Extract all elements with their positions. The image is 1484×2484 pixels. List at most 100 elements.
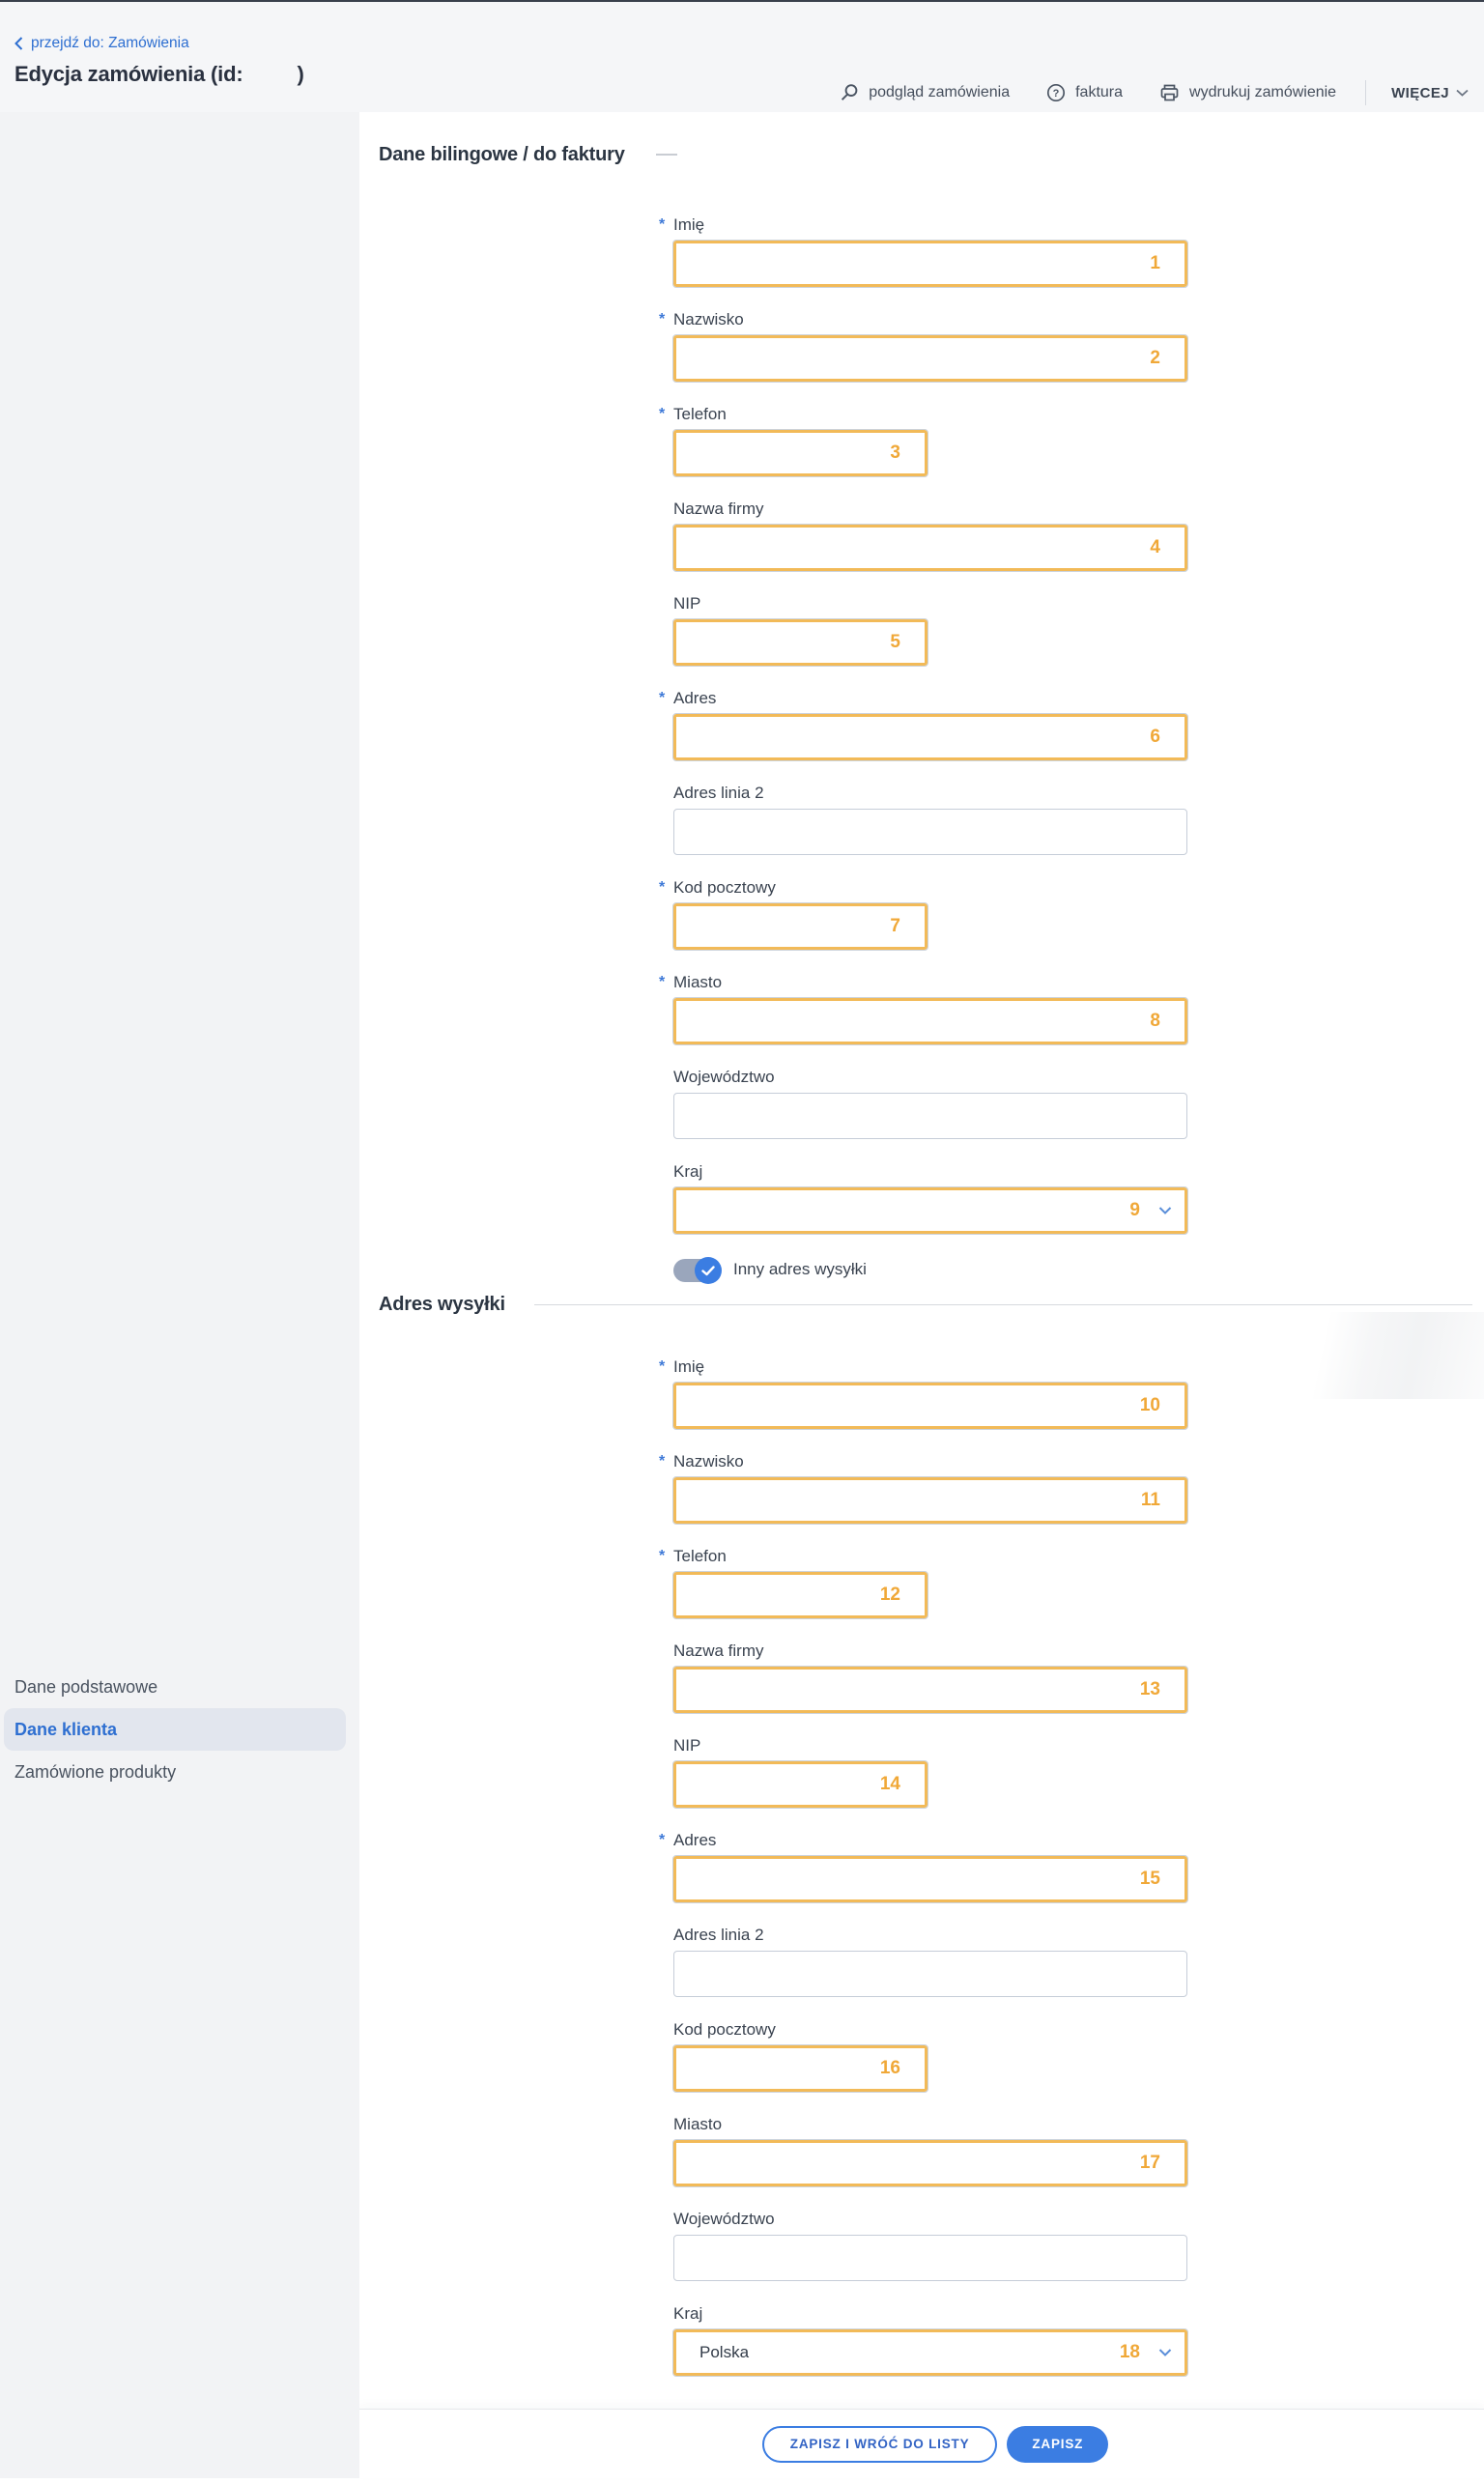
billing-country-select[interactable]: 9 [672,1186,1188,1235]
field-label: Adres linia 2 [673,784,764,802]
field-label: Miasto [673,973,723,991]
breadcrumb-label: przejdź do: Zamówienia [31,35,189,51]
page-header: przejdź do: Zamówienia Edycja zamówienia… [0,2,1484,112]
form-field-row: * Adres 15 [659,1830,1188,1903]
shipping-postal-code-input[interactable]: 16 [672,2044,928,2093]
field-label-row: * Imię [659,214,1187,236]
field-label: Kraj [673,2304,703,2323]
required-asterisk: * [659,406,666,422]
field-label-row: Nazwa firmy [673,1641,1187,1662]
window-bottom-edge [0,2478,1484,2484]
print-order-button[interactable]: wydrukuj zamówienie [1159,83,1336,102]
sidebar-item-ordered-products[interactable]: Zamówione produkty [0,1751,359,1793]
select-value: Polska [699,2343,750,2361]
more-button[interactable]: WIĘCEJ [1391,85,1469,101]
chevron-down-icon [1158,2349,1172,2357]
field-label-row: Kod pocztowy [673,2019,1187,2041]
billing-tax-id-input[interactable]: 5 [672,618,928,667]
shipping-address-input[interactable]: 15 [672,1855,1188,1903]
annotation-number: 11 [1140,1490,1160,1510]
form-field-row: * Kod pocztowy 7 [659,877,1187,951]
background-artifact [1223,1312,1484,1399]
toggle-knob [695,1257,722,1284]
form-area: Dane bilingowe / do faktury * Imię 1 * Nazwis… [359,112,1484,2409]
field-label-row: Adres linia 2 [673,783,1187,804]
field-label-row: NIP [673,593,1187,614]
save-button[interactable]: ZAPISZ [1007,2425,1109,2463]
chevron-down-icon [1456,89,1469,97]
field-label-row: Nazwa firmy [673,499,1187,520]
sidebar-item-customer-data[interactable]: Dane klienta [4,1708,346,1751]
annotation-number: 15 [1139,1869,1160,1889]
billing-phone-input[interactable]: 3 [672,429,928,477]
field-label-row: * Adres [659,1830,1187,1851]
billing-company-name-input[interactable]: 4 [672,524,1188,572]
field-label: Nazwa firmy [673,1642,764,1660]
shipping-company-name-input[interactable]: 13 [672,1666,1188,1714]
shipping-last-name-input[interactable]: 11 [672,1476,1188,1525]
action-label: WIĘCEJ [1391,84,1449,101]
shipping-first-name-input[interactable]: 10 [672,1382,1188,1430]
annotation-number: 13 [1139,1679,1160,1699]
billing-province-input[interactable] [673,1093,1187,1139]
header-divider [1365,80,1367,105]
field-label: Imię [673,215,705,234]
required-asterisk: * [659,1832,666,1848]
required-asterisk: * [659,974,666,990]
shipping-tax-id-input[interactable]: 14 [672,1760,928,1809]
field-label: Nazwisko [673,1452,744,1470]
billing-address-input[interactable]: 6 [672,713,1188,761]
shipping-phone-input[interactable]: 12 [672,1571,928,1619]
field-label-row: Województwo [673,1067,1187,1088]
annotation-number: 1 [1150,253,1160,273]
form-field-row: Województwo [673,2209,1187,2281]
field-label: Nazwa firmy [673,500,764,518]
preview-order-button[interactable]: podgląd zamówienia [840,83,1010,102]
section-header: Adres wysyłki [379,1291,1484,1399]
field-label: Adres [673,1831,717,1849]
magnifier-icon [840,83,859,102]
billing-first-name-input[interactable]: 1 [672,240,1188,288]
required-asterisk: * [659,1453,666,1470]
field-label: Kod pocztowy [673,878,776,897]
annotation-number: 8 [1150,1011,1160,1031]
section-title: Dane bilingowe / do faktury [379,143,625,165]
field-label: Województwo [673,2210,775,2228]
annotation-number: 10 [1139,1395,1160,1415]
breadcrumb[interactable]: przejdź do: Zamówienia [14,35,189,52]
question-circle-icon: ? [1046,83,1066,102]
required-asterisk: * [659,690,666,706]
sidebar-item-basic-data[interactable]: Dane podstawowe [0,1666,359,1708]
field-label-row: * Telefon [659,1546,1187,1567]
shipping-city-input[interactable]: 17 [672,2139,1188,2187]
field-label: Telefon [673,405,727,423]
billing-postal-code-input[interactable]: 7 [672,902,928,951]
required-asterisk: * [659,1548,666,1564]
field-label-row: * Nazwisko [659,309,1187,330]
form-field-row: Miasto 17 [672,2114,1188,2187]
required-asterisk: * [659,311,666,328]
shipping-address-line-2-input[interactable] [673,1951,1187,1997]
billing-last-name-input[interactable]: 2 [672,334,1188,383]
billing-city-input[interactable]: 8 [672,997,1188,1045]
field-label-row: Kraj [673,1161,1187,1183]
field-label-row: Adres linia 2 [673,1925,1187,1946]
billing-address-line-2-input[interactable] [673,809,1187,855]
form-column: * Imię 1 * Nazwisko 2 * Telefon 3 Nazwa firmy 4 NIP… [659,214,1188,1284]
shipping-province-input[interactable] [673,2235,1187,2281]
different-shipping-address-toggle[interactable]: Inny adres wysyłki [673,1256,1187,1284]
field-label: Kod pocztowy [673,2020,776,2039]
field-label-row: Miasto [673,2114,1187,2135]
required-asterisk: * [659,216,666,233]
field-label: Adres [673,689,717,707]
shipping-country-select[interactable]: Polska 18 [672,2328,1188,2377]
page-title-text: Edycja zamówienia (id: [14,62,243,86]
invoice-button[interactable]: ? faktura [1046,83,1123,102]
field-label: Nazwisko [673,310,744,328]
chevron-down-icon [1158,1207,1172,1215]
sidebar-item-label: Dane klienta [14,1719,118,1739]
save-and-return-button[interactable]: ZAPISZ I WRÓĆ DO LISTY [761,2425,998,2463]
field-label: Imię [673,1357,705,1376]
form-field-row: NIP 5 [672,593,1187,667]
field-label-row: Kraj [673,2303,1187,2325]
